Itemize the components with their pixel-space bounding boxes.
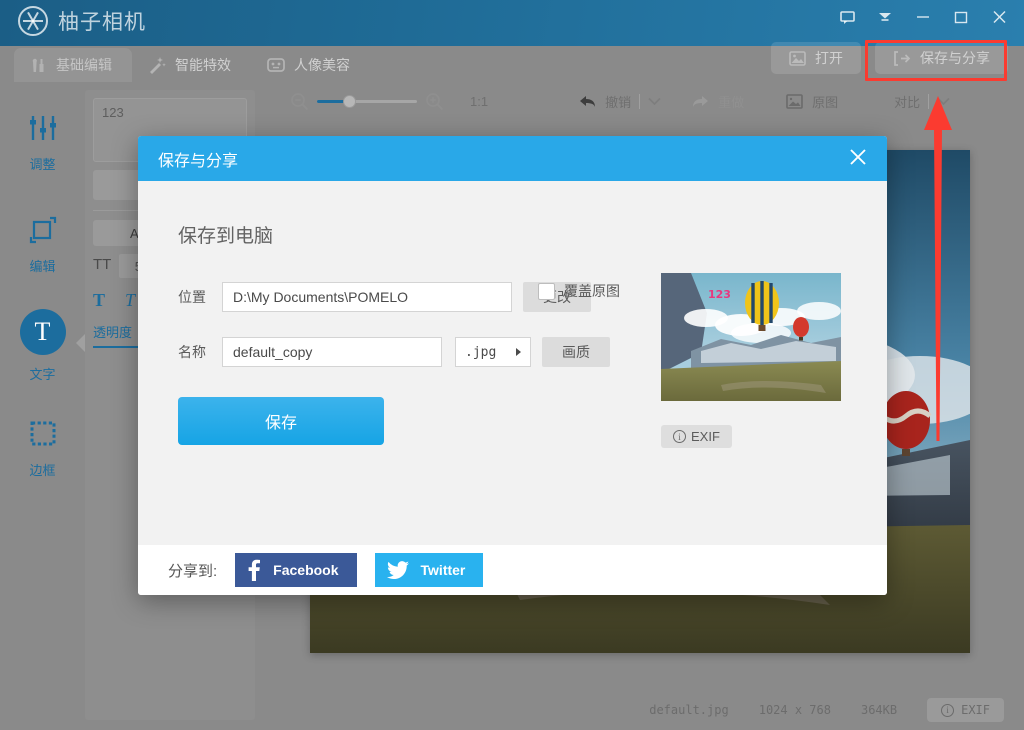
- info-icon: i: [673, 430, 686, 443]
- overwrite-label: 覆盖原图: [564, 281, 620, 301]
- preview-thumbnail: 123: [661, 273, 841, 401]
- dialog-section-title: 保存到电脑: [178, 221, 887, 248]
- zoom-slider-handle[interactable]: [343, 95, 356, 108]
- compare-button[interactable]: 对比: [894, 92, 920, 111]
- preview-photo: 123: [661, 273, 841, 401]
- share-facebook-button[interactable]: Facebook: [235, 553, 356, 587]
- share-twitter-label: Twitter: [421, 562, 466, 578]
- dialog-header: 保存与分享: [138, 136, 887, 181]
- rail-item-label: 编辑: [29, 256, 55, 275]
- tool-rail: 调整 编辑 T 文字 边框: [0, 82, 85, 730]
- rail-item-adjust[interactable]: 调整: [0, 100, 85, 184]
- status-filesize: 364KB: [861, 703, 897, 717]
- redo-label: 重做: [718, 92, 744, 111]
- aperture-icon: [18, 6, 48, 36]
- twitter-icon: [387, 561, 409, 580]
- rail-item-text[interactable]: T 文字: [0, 304, 85, 388]
- zoom-in-icon[interactable]: [425, 92, 444, 111]
- rail-item-label: 文字: [29, 364, 55, 383]
- tab-portrait-beauty[interactable]: 人像美容: [251, 48, 370, 82]
- app-logo: 柚子相机: [18, 6, 146, 36]
- undo-dropdown-icon[interactable]: [648, 97, 661, 106]
- status-exif-label: EXIF: [961, 703, 990, 717]
- zoom-ratio-label: 1:1: [470, 94, 488, 109]
- rail-selection-notch: [76, 334, 85, 352]
- close-icon[interactable]: [980, 0, 1018, 34]
- save-button[interactable]: 保存: [178, 397, 384, 445]
- app-title: 柚子相机: [58, 6, 146, 36]
- tab-basic-edit[interactable]: 基础编辑: [14, 48, 132, 82]
- status-exif-button[interactable]: i EXIF: [927, 698, 1004, 722]
- dialog-title: 保存与分享: [158, 147, 238, 171]
- sliders-icon: [28, 111, 58, 145]
- wrench-brush-icon: [30, 57, 47, 74]
- undo-button[interactable]: 撤销: [578, 92, 631, 111]
- open-button-label: 打开: [815, 48, 843, 68]
- annotation-arrow-up: [918, 96, 958, 441]
- filename-input[interactable]: default_copy: [222, 337, 442, 367]
- dialog-exif-button[interactable]: i EXIF: [661, 425, 732, 448]
- compare-label: 对比: [894, 92, 920, 111]
- rail-item-edit[interactable]: 编辑: [0, 202, 85, 286]
- feedback-icon[interactable]: [828, 0, 866, 34]
- quality-button[interactable]: 画质: [542, 337, 610, 367]
- zoom-slider[interactable]: [317, 100, 417, 103]
- caret-right-icon: [516, 348, 521, 356]
- crop-icon: [29, 213, 57, 247]
- zoom-out-icon[interactable]: [290, 92, 309, 111]
- toolbar-divider: [639, 94, 640, 109]
- location-input[interactable]: D:\My Documents\POMELO: [222, 282, 512, 312]
- annotation-highlight-box: [865, 40, 1007, 81]
- window-controls: [828, 0, 1018, 34]
- text-style-group: T T: [93, 290, 135, 311]
- info-icon: i: [941, 704, 954, 717]
- dialog-close-icon[interactable]: [847, 146, 869, 172]
- text-T-glyph: T: [35, 317, 51, 347]
- overwrite-checkbox[interactable]: [538, 283, 555, 300]
- undo-label: 撤销: [605, 92, 631, 111]
- magic-wand-icon: [148, 56, 166, 74]
- text-T-icon: T: [20, 309, 66, 355]
- share-to-label: 分享到:: [168, 560, 217, 581]
- overwrite-original-row[interactable]: 覆盖原图: [538, 281, 620, 301]
- dialog-exif-label: EXIF: [691, 429, 720, 444]
- frame-icon: [29, 417, 57, 451]
- canvas-toolbar: 1:1 撤销 重做 原图 对比: [290, 85, 1010, 117]
- dialog-body: 保存到电脑 覆盖原图 位置 D:\My Documents\POMELO 更改 …: [138, 181, 887, 545]
- rail-item-label: 边框: [29, 460, 55, 479]
- redo-button[interactable]: 重做: [691, 92, 744, 111]
- dialog-footer: 分享到: Facebook Twitter: [138, 545, 887, 595]
- app-window: 柚子相机 基础编辑: [0, 0, 1024, 730]
- original-button[interactable]: 原图: [786, 92, 838, 111]
- status-dimensions: 1024 x 768: [759, 703, 831, 717]
- rail-item-label: 调整: [29, 154, 55, 173]
- bold-button[interactable]: T: [93, 290, 105, 311]
- font-size-icon: TT: [93, 256, 111, 273]
- share-facebook-label: Facebook: [273, 562, 338, 578]
- status-filename: default.jpg: [649, 703, 728, 717]
- open-button[interactable]: 打开: [771, 42, 861, 74]
- facebook-icon: [247, 559, 261, 581]
- maximize-icon[interactable]: [942, 0, 980, 34]
- format-select-value: .jpg: [465, 345, 496, 360]
- rail-item-frame[interactable]: 边框: [0, 406, 85, 490]
- opacity-label: 透明度: [93, 322, 132, 341]
- tab-bar: 基础编辑 智能特效 人像美容: [14, 46, 370, 82]
- location-label: 位置: [178, 287, 222, 307]
- minimize-icon[interactable]: [904, 0, 942, 34]
- name-label: 名称: [178, 342, 222, 362]
- format-select[interactable]: .jpg: [455, 337, 531, 367]
- original-label: 原图: [812, 92, 838, 111]
- chevron-down-double-icon[interactable]: [866, 0, 904, 34]
- tab-label: 基础编辑: [56, 55, 112, 75]
- tab-label: 智能特效: [175, 55, 231, 75]
- share-twitter-button[interactable]: Twitter: [375, 553, 484, 587]
- svg-text:123: 123: [708, 288, 731, 301]
- face-icon: [267, 57, 285, 73]
- status-bar: default.jpg 1024 x 768 364KB i EXIF: [0, 690, 1024, 730]
- italic-button[interactable]: T: [125, 290, 135, 311]
- tab-label: 人像美容: [294, 55, 350, 75]
- tab-smart-effects[interactable]: 智能特效: [132, 48, 251, 82]
- save-share-dialog: 保存与分享 保存到电脑 覆盖原图 位置 D:\My Documents\POME…: [138, 136, 887, 595]
